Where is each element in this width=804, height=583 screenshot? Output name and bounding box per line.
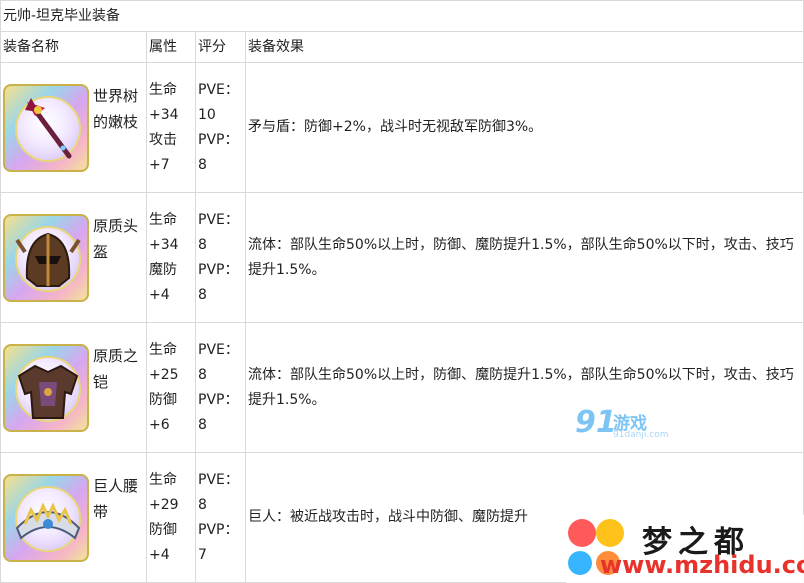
item-name-cell: 巨人腰带 <box>0 452 147 583</box>
helmet-icon <box>3 213 89 302</box>
item-attr-1: 生命+34 <box>149 81 179 123</box>
item-name: 巨人腰带 <box>93 476 139 521</box>
item-attr-2: 防御+6 <box>149 391 177 433</box>
item-name: 原质之铠 <box>93 346 139 391</box>
item-pve: PVE：8 <box>198 341 239 383</box>
item-score-cell: PVE：10 PVP：8 <box>195 62 246 193</box>
logo-bubble-icon <box>596 519 624 547</box>
item-name-cell: 原质头盔 <box>0 192 147 323</box>
item-attr-cell: 生命+34 魔防+4 <box>146 192 196 323</box>
item-name: 原质头盔 <box>93 216 139 261</box>
item-pve: PVE：8 <box>198 211 239 253</box>
watermark-91-number: 91 <box>575 405 617 440</box>
item-attr-1: 生命+29 <box>149 471 179 513</box>
item-score-cell: PVE：8 PVP：8 <box>195 192 246 323</box>
logo-bubble-icon <box>568 551 592 575</box>
item-effect: 流体：部队生命50%以上时，防御、魔防提升1.5%，部队生命50%以下时，攻击、… <box>245 322 804 453</box>
watermark-91-logo: 91 游戏 91danji.com <box>575 405 675 445</box>
item-effect: 流体：部队生命50%以上时，防御、魔防提升1.5%，部队生命50%以下时，攻击、… <box>245 192 804 323</box>
belt-icon <box>3 473 89 562</box>
item-name-cell: 世界树的嫩枝 <box>0 62 147 193</box>
item-attr-2: 魔防+4 <box>149 261 177 303</box>
header-name: 装备名称 <box>0 31 147 63</box>
item-attr-cell: 生命+25 防御+6 <box>146 322 196 453</box>
table-row: 世界树的嫩枝 生命+34 攻击+7 PVE：10 PVP：8 矛与盾：防御+2%… <box>0 62 804 193</box>
item-pvp: PVP：8 <box>198 261 239 303</box>
item-pvp: PVP：8 <box>198 131 239 173</box>
watermark-url: www.mzhidu.com <box>600 551 804 579</box>
item-effect: 矛与盾：防御+2%，战斗时无视敌军防御3%。 <box>245 62 804 193</box>
table-header-row: 装备名称 属性 评分 装备效果 <box>0 31 804 63</box>
header-score: 评分 <box>195 31 246 63</box>
table-row: 原质之铠 生命+25 防御+6 PVE：8 PVP：8 流体：部队生命50%以上… <box>0 322 804 453</box>
equipment-table: 元帅-坦克毕业装备 装备名称 属性 评分 装备效果 世界树的嫩枝 生命+34 攻… <box>0 0 804 583</box>
watermark-91-url: 91danji.com <box>613 430 669 440</box>
item-pve: PVE：10 <box>198 81 239 123</box>
item-pve: PVE：8 <box>198 471 239 513</box>
item-attr-2: 防御+4 <box>149 521 177 563</box>
logo-bubble-icon <box>568 519 596 547</box>
item-score-cell: PVE：8 PVP：7 <box>195 452 246 583</box>
item-name-cell: 原质之铠 <box>0 322 147 453</box>
item-pvp: PVP：8 <box>198 391 239 433</box>
watermark-mzhidu: 梦之都 www.mzhidu.com <box>566 515 804 583</box>
item-pvp: PVP：7 <box>198 521 239 563</box>
item-attr-2: 攻击+7 <box>149 131 177 173</box>
header-effect: 装备效果 <box>245 31 804 63</box>
item-score-cell: PVE：8 PVP：8 <box>195 322 246 453</box>
item-attr-cell: 生命+34 攻击+7 <box>146 62 196 193</box>
item-attr-cell: 生命+29 防御+4 <box>146 452 196 583</box>
table-title: 元帅-坦克毕业装备 <box>0 0 804 32</box>
staff-icon <box>3 83 89 172</box>
header-attr: 属性 <box>146 31 196 63</box>
item-attr-1: 生命+34 <box>149 211 179 253</box>
armor-icon <box>3 343 89 432</box>
item-attr-1: 生命+25 <box>149 341 179 383</box>
table-title-row: 元帅-坦克毕业装备 <box>0 0 804 32</box>
item-name: 世界树的嫩枝 <box>93 86 139 131</box>
table-row: 原质头盔 生命+34 魔防+4 PVE：8 PVP：8 流体：部队生命50%以上… <box>0 192 804 323</box>
